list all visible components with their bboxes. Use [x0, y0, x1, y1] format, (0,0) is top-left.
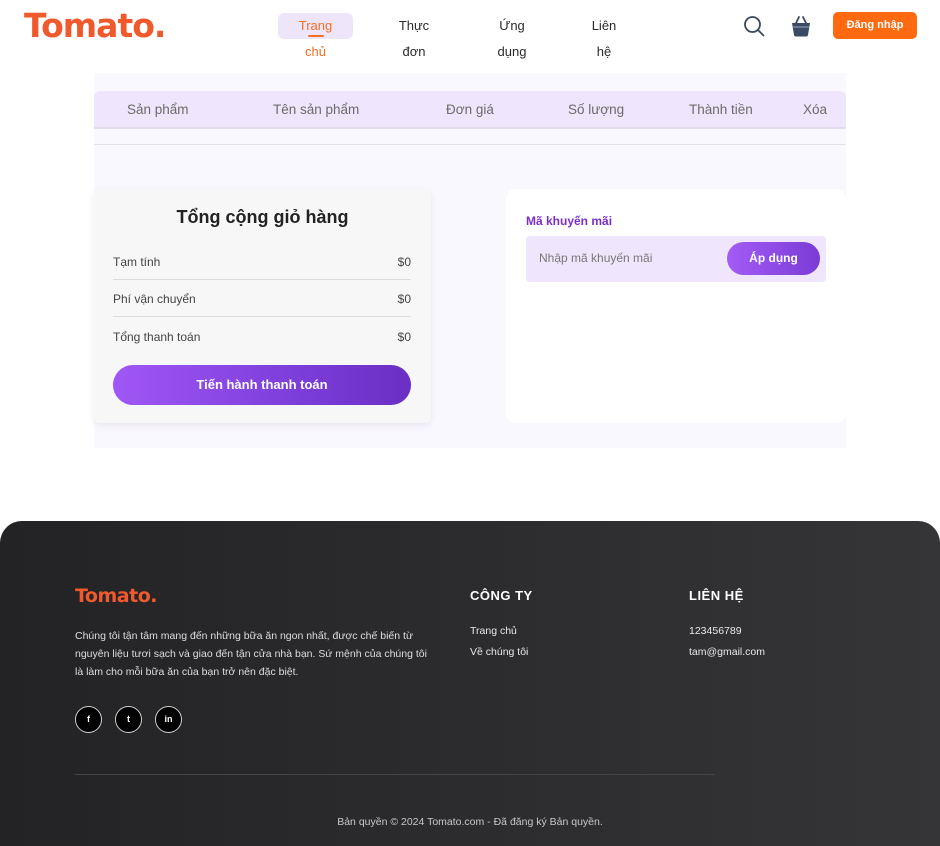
footer-divider: [75, 774, 715, 775]
company-heading: CÔNG TY: [470, 588, 533, 603]
nav-item-home[interactable]: Trang chủ: [278, 13, 353, 59]
footer-logo: Tomato.: [75, 585, 157, 607]
copyright-text: Bản quyền © 2024 Tomato.com - Đã đăng ký…: [337, 816, 603, 828]
checkout-button[interactable]: Tiến hành thanh toán: [113, 365, 411, 405]
facebook-icon[interactable]: f: [75, 706, 102, 733]
cart-section: Sản phẩm Tên sản phẩm Đơn giá Số lượng T…: [94, 73, 846, 448]
footer: Tomato. Chúng tôi tận tâm mang đến những…: [0, 521, 940, 846]
nav-item-label: Liên hệ: [591, 18, 617, 59]
column-header: Xóa: [803, 102, 828, 117]
nav-item-label: Thực đơn: [398, 18, 430, 59]
column-header: Đơn giá: [446, 102, 494, 117]
nav-item-label: Trang chủ: [298, 18, 333, 59]
subtotal-row: Tạm tính $0: [113, 243, 411, 280]
nav-item-contact[interactable]: Liên hệ: [573, 13, 635, 59]
linkedin-icon[interactable]: in: [155, 706, 182, 733]
login-button[interactable]: Đăng nhập: [833, 12, 917, 39]
promo-card: Mã khuyến mãi Nhập mã khuyến mãi Áp dụng: [506, 189, 846, 423]
shipping-value: $0: [397, 292, 411, 306]
nav-item-app[interactable]: Ứng dụng: [474, 13, 550, 59]
contact-phone: 123456789: [689, 625, 742, 637]
column-header: Thành tiền: [689, 102, 753, 117]
column-header: Sản phẩm: [127, 102, 189, 117]
nav-item-label: Ứng dụng: [497, 18, 527, 59]
promo-input-group: Nhập mã khuyến mãi Áp dụng: [526, 236, 826, 282]
logo[interactable]: Tomato.: [24, 6, 166, 45]
twitter-icon[interactable]: t: [115, 706, 142, 733]
footer-description: Chúng tôi tận tâm mang đến những bữa ăn …: [75, 630, 427, 678]
column-header: Tên sản phẩm: [273, 102, 360, 117]
promo-label: Mã khuyến mãi: [526, 214, 613, 228]
footer-link-about[interactable]: Về chúng tôi: [470, 646, 528, 658]
total-label: Tổng thanh toán: [113, 330, 201, 344]
totals-title: Tổng cộng giỏ hàng: [176, 207, 349, 227]
contact-email[interactable]: tam@gmail.com: [689, 646, 765, 658]
cart-totals-card: Tổng cộng giỏ hàng Tạm tính $0 Phí vận c…: [94, 189, 431, 423]
active-indicator: [307, 35, 324, 37]
divider: [94, 144, 846, 145]
subtotal-value: $0: [397, 255, 411, 269]
nav-item-menu[interactable]: Thực đơn: [376, 13, 452, 59]
cart-table-header: Sản phẩm Tên sản phẩm Đơn giá Số lượng T…: [94, 91, 846, 129]
total-value: $0: [397, 330, 411, 344]
search-icon[interactable]: [743, 15, 765, 37]
shipping-row: Phí vận chuyển $0: [113, 280, 411, 317]
shipping-label: Phí vận chuyển: [113, 292, 196, 306]
total-row: Tổng thanh toán $0: [113, 318, 411, 355]
footer-link-home[interactable]: Trang chủ: [470, 625, 517, 637]
basket-icon[interactable]: [790, 14, 812, 38]
promo-code-input[interactable]: Nhập mã khuyến mãi: [539, 251, 652, 265]
apply-promo-button[interactable]: Áp dụng: [727, 242, 820, 275]
contact-heading: LIÊN HỆ: [689, 588, 744, 603]
navbar: Tomato. Trang chủ Thực đơn Ứng dụng Liên…: [0, 0, 940, 59]
column-header: Số lượng: [568, 102, 625, 117]
subtotal-label: Tạm tính: [113, 255, 161, 269]
